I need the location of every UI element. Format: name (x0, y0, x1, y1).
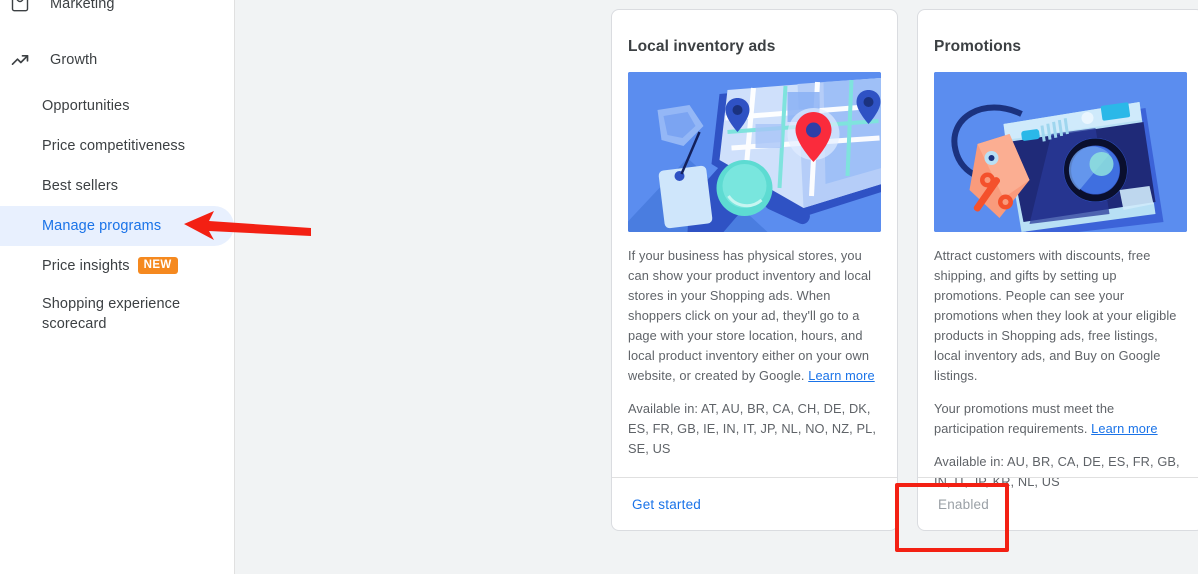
trending-up-icon (8, 48, 32, 72)
card-description-text: If your business has physical stores, yo… (628, 248, 872, 383)
program-card-local-inventory-ads: Local inventory ads If your business has… (611, 9, 898, 531)
program-card-promotions: Promotions Attract customers with discou… (917, 9, 1198, 531)
camera-with-discount-tag-illustration (934, 72, 1187, 232)
sidebar-item-price-competitiveness[interactable]: Price competitiveness (0, 126, 234, 166)
sidebar-section-label: Marketing (50, 0, 115, 12)
card-availability: Available in: AT, AU, BR, CA, CH, DE, DK… (628, 401, 876, 456)
status-enabled-label: Enabled (938, 496, 989, 512)
app-root: Marketing Growth Opportunities Price com… (0, 0, 1198, 574)
card-requirements-text: Your promotions must meet the participat… (934, 401, 1115, 436)
new-badge: NEW (137, 256, 178, 274)
sidebar-item-label: Manage programs (42, 217, 162, 234)
sidebar-item-label: Opportunities (42, 97, 130, 114)
sidebar: Marketing Growth Opportunities Price com… (0, 0, 235, 574)
card-footer: Get started (612, 477, 897, 530)
sidebar-section-marketing[interactable]: Marketing (0, 0, 234, 24)
sidebar-item-label: Shopping experience scorecard (42, 296, 181, 332)
main-content: Local inventory ads If your business has… (235, 0, 1198, 574)
map-with-pins-and-price-tag-illustration (628, 72, 881, 232)
sidebar-item-label: Price insights (42, 257, 130, 274)
card-description: If your business has physical stores, yo… (628, 246, 881, 386)
card-title: Promotions (934, 38, 1022, 55)
sidebar-item-label: Best sellers (42, 177, 119, 194)
sidebar-item-manage-programs[interactable]: Manage programs (0, 206, 234, 246)
card-requirements: Your promotions must meet the participat… (934, 399, 1187, 439)
sidebar-section-growth[interactable]: Growth (0, 40, 234, 80)
sidebar-item-label: Price competitiveness (42, 137, 186, 154)
card-footer: Enabled (918, 477, 1198, 530)
sidebar-item-opportunities[interactable]: Opportunities (0, 86, 234, 126)
card-title: Local inventory ads (628, 38, 776, 55)
sidebar-item-shopping-experience-scorecard[interactable]: Shopping experience scorecard (0, 288, 234, 342)
card-body: Attract customers with discounts, free s… (918, 232, 1198, 492)
learn-more-link[interactable]: Learn more (808, 368, 874, 383)
sidebar-item-best-sellers[interactable]: Best sellers (0, 166, 234, 206)
card-body: If your business has physical stores, yo… (612, 232, 897, 459)
get-started-button[interactable]: Get started (632, 497, 701, 512)
card-description: Attract customers with discounts, free s… (934, 248, 1177, 383)
learn-more-link[interactable]: Learn more (1091, 421, 1157, 436)
sidebar-item-price-insights[interactable]: Price insights NEW (0, 246, 234, 286)
campaign-icon (8, 0, 32, 16)
sidebar-section-label: Growth (50, 52, 98, 68)
